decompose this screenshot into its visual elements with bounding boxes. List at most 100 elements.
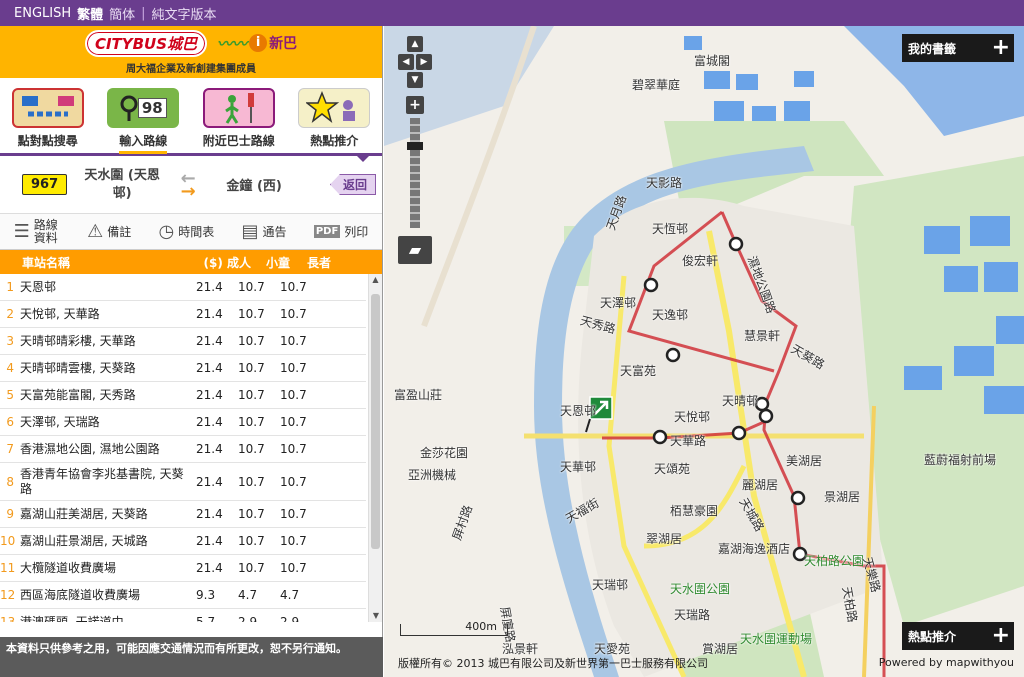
table-row[interactable]: 11 大欖隧道收費廣場 21.4 10.7 10.7 — [0, 555, 366, 582]
scroll-thumb[interactable] — [371, 294, 380, 549]
table-row[interactable]: 5 天富苑能富閣, 天秀路 21.4 10.7 10.7 — [0, 382, 366, 409]
map-label: 慧景軒 — [744, 329, 781, 343]
map-label: 景湖居 — [824, 490, 861, 504]
timetable-button[interactable]: ◷ 時間表 — [159, 221, 215, 242]
table-row[interactable]: 3 天晴邨晴彩樓, 天華路 21.4 10.7 10.7 — [0, 328, 366, 355]
left-panel: CITYBUS城巴 〰〰 i 新巴 周大福企業及新創建集團成員 點對點搜尋 98 輸… — [0, 26, 383, 677]
list-icon: ☰ — [13, 221, 30, 242]
cell-a: 5.7 — [196, 615, 216, 622]
cell-b: 10.7 — [238, 280, 265, 294]
remarks-button[interactable]: ⚠ 備註 — [87, 221, 131, 242]
firstbus-logo[interactable]: 〰〰 i 新巴 — [217, 33, 297, 54]
zoom-in-button[interactable]: + — [406, 96, 424, 114]
cell-a: 21.4 — [196, 280, 223, 294]
swap-direction-button[interactable]: ← → — [173, 169, 203, 202]
cell-a: 21.4 — [196, 507, 223, 521]
language-bar: ENGLISH 繁體 簡体 | 純文字版本 — [0, 0, 1024, 26]
cell-a: 9.3 — [196, 588, 216, 602]
map-view[interactable]: 富城閣 碧翠華庭 天影路 天月路 天恆邨 俊宏軒 濕地公園路 天澤邨 天逸邨 天… — [384, 26, 1024, 677]
cell-n: 8 — [6, 474, 14, 489]
cell-b: 10.7 — [238, 388, 265, 402]
scroll-up-icon[interactable]: ▲ — [369, 274, 382, 286]
cell-n: 3 — [6, 334, 14, 348]
text-version-link[interactable]: 純文字版本 — [152, 4, 217, 23]
zoom-slider[interactable] — [407, 118, 423, 228]
cell-a: 21.4 — [196, 388, 223, 402]
cell-b: 10.7 — [238, 534, 265, 548]
hot-spots-button[interactable]: 熱點推介 + — [902, 622, 1014, 650]
document-icon: ▤ — [241, 221, 259, 242]
copyright-text: 版權所有© 2013 城巴有限公司及新世界第一巴士服務有限公司 — [398, 657, 708, 670]
lang-english-link[interactable]: ENGLISH — [14, 6, 71, 21]
pan-up-icon[interactable]: ▲ — [407, 36, 423, 52]
table-row[interactable]: 4 天晴邨晴雲樓, 天葵路 21.4 10.7 10.7 — [0, 355, 366, 382]
tab-hot-spots[interactable]: 熱點推介 — [289, 88, 379, 151]
lang-traditional-link[interactable]: 繁體 — [77, 4, 103, 23]
map-layers-icon[interactable]: ▰ — [398, 236, 432, 264]
cell-name: 香港青年協會李兆基書院, 天葵路 — [20, 466, 184, 496]
col-child: 小童 — [265, 255, 290, 270]
logo-banner: CITYBUS城巴 〰〰 i 新巴 周大福企業及新創建集團成員 — [0, 26, 382, 78]
citybus-logo[interactable]: CITYBUS城巴 — [84, 29, 208, 57]
zoom-slider-handle[interactable] — [407, 142, 423, 150]
plus-icon: + — [991, 623, 1010, 648]
table-row[interactable]: 10 嘉湖山莊景湖居, 天城路 21.4 10.7 10.7 — [0, 528, 366, 555]
table-row[interactable]: 7 香港濕地公園, 濕地公園路 21.4 10.7 10.7 — [0, 436, 366, 463]
bus-stop-person-icon — [202, 88, 275, 128]
table-row[interactable]: 12 西區海底隧道收費廣場 9.3 4.7 4.7 — [0, 582, 366, 609]
cell-n: 5 — [6, 388, 14, 402]
cell-name: 天晴邨晴彩樓, 天華路 — [20, 333, 136, 348]
table-row[interactable]: 8 香港青年協會李兆基書院, 天葵路 21.4 10.7 10.7 — [0, 463, 366, 501]
route-number-badge: 967 — [22, 174, 68, 195]
cell-c: 10.7 — [280, 442, 307, 456]
cell-name: 西區海底隧道收費廣場 — [20, 587, 141, 602]
pan-left-icon[interactable]: ◀ — [398, 54, 414, 70]
warning-icon: ⚠ — [87, 221, 104, 242]
map-label: 天富苑 — [620, 364, 657, 378]
table-row[interactable]: 1 天恩邨 21.4 10.7 10.7 — [0, 274, 366, 301]
table-row[interactable]: 9 嘉湖山莊美湖居, 天葵路 21.4 10.7 10.7 — [0, 501, 366, 528]
cell-name: 天悅邨, 天華路 — [20, 306, 100, 321]
back-button[interactable]: 返回 — [329, 174, 376, 195]
arrow-right-icon: → — [180, 180, 196, 202]
cell-c: 10.7 — [280, 334, 307, 348]
map-zoom-control: ▲ ◀ ▶ ▼ + ▰ — [398, 36, 432, 264]
pan-right-icon[interactable]: ▶ — [416, 54, 432, 70]
cell-name: 港澳碼頭, 干諾道中 — [20, 614, 124, 623]
notice-button[interactable]: ▤ 通告 — [242, 221, 287, 242]
map-label: 美湖居 — [786, 454, 823, 468]
cell-b: 10.7 — [238, 507, 265, 521]
tab-enter-route[interactable]: 98 輸入路線 — [98, 88, 188, 154]
table-row[interactable]: 2 天悅邨, 天華路 21.4 10.7 10.7 — [0, 301, 366, 328]
cell-a: 21.4 — [196, 474, 223, 489]
point-to-point-icon — [11, 88, 84, 128]
route-destination: 金鐘 (西) — [226, 179, 282, 194]
tab-nearby-routes[interactable]: 附近巴士路線 — [194, 88, 284, 151]
cell-b: 2.9 — [238, 615, 258, 622]
cell-n: 9 — [6, 507, 14, 521]
bookmark-button[interactable]: 我的書籤 + — [902, 34, 1014, 62]
cell-b: 10.7 — [238, 334, 265, 348]
cell-n: 7 — [6, 442, 14, 456]
cell-b: 10.7 — [238, 361, 265, 375]
route-header: 967 天水圍 (天恩邨) ← → 金鐘 (西) 返回 — [0, 156, 382, 214]
fare-table: 1 天恩邨 21.4 10.7 10.7 2 天悅邨, 天華路 21.4 10.7 10.7 3 天晴… — [0, 274, 382, 622]
lang-simplified-link[interactable]: 簡体 — [109, 4, 135, 23]
scroll-down-icon[interactable]: ▼ — [369, 610, 382, 622]
print-button[interactable]: PDF 列印 — [313, 223, 368, 240]
route-info-button[interactable]: ☰ 路線資料 — [13, 218, 60, 245]
cell-b: 10.7 — [238, 474, 265, 489]
cell-b: 10.7 — [238, 307, 265, 321]
pan-down-icon[interactable]: ▼ — [407, 72, 423, 88]
table-row[interactable]: 6 天澤邨, 天瑞路 21.4 10.7 10.7 — [0, 409, 366, 436]
cell-n: 11 — [0, 561, 16, 575]
map-label: 天晴邨 — [722, 394, 759, 408]
table-scrollbar[interactable]: ▲ ▼ — [368, 274, 382, 622]
cell-name: 天富苑能富閣, 天秀路 — [20, 387, 136, 402]
cell-c: 10.7 — [280, 534, 307, 548]
table-row[interactable]: 13 港澳碼頭, 干諾道中 5.7 2.9 2.9 — [0, 609, 366, 623]
plus-icon: + — [991, 35, 1010, 60]
map-label: 藍蔚福射前場 — [924, 453, 997, 467]
tab-point-to-point[interactable]: 點對點搜尋 — [3, 88, 93, 151]
cell-a: 21.4 — [196, 334, 223, 348]
